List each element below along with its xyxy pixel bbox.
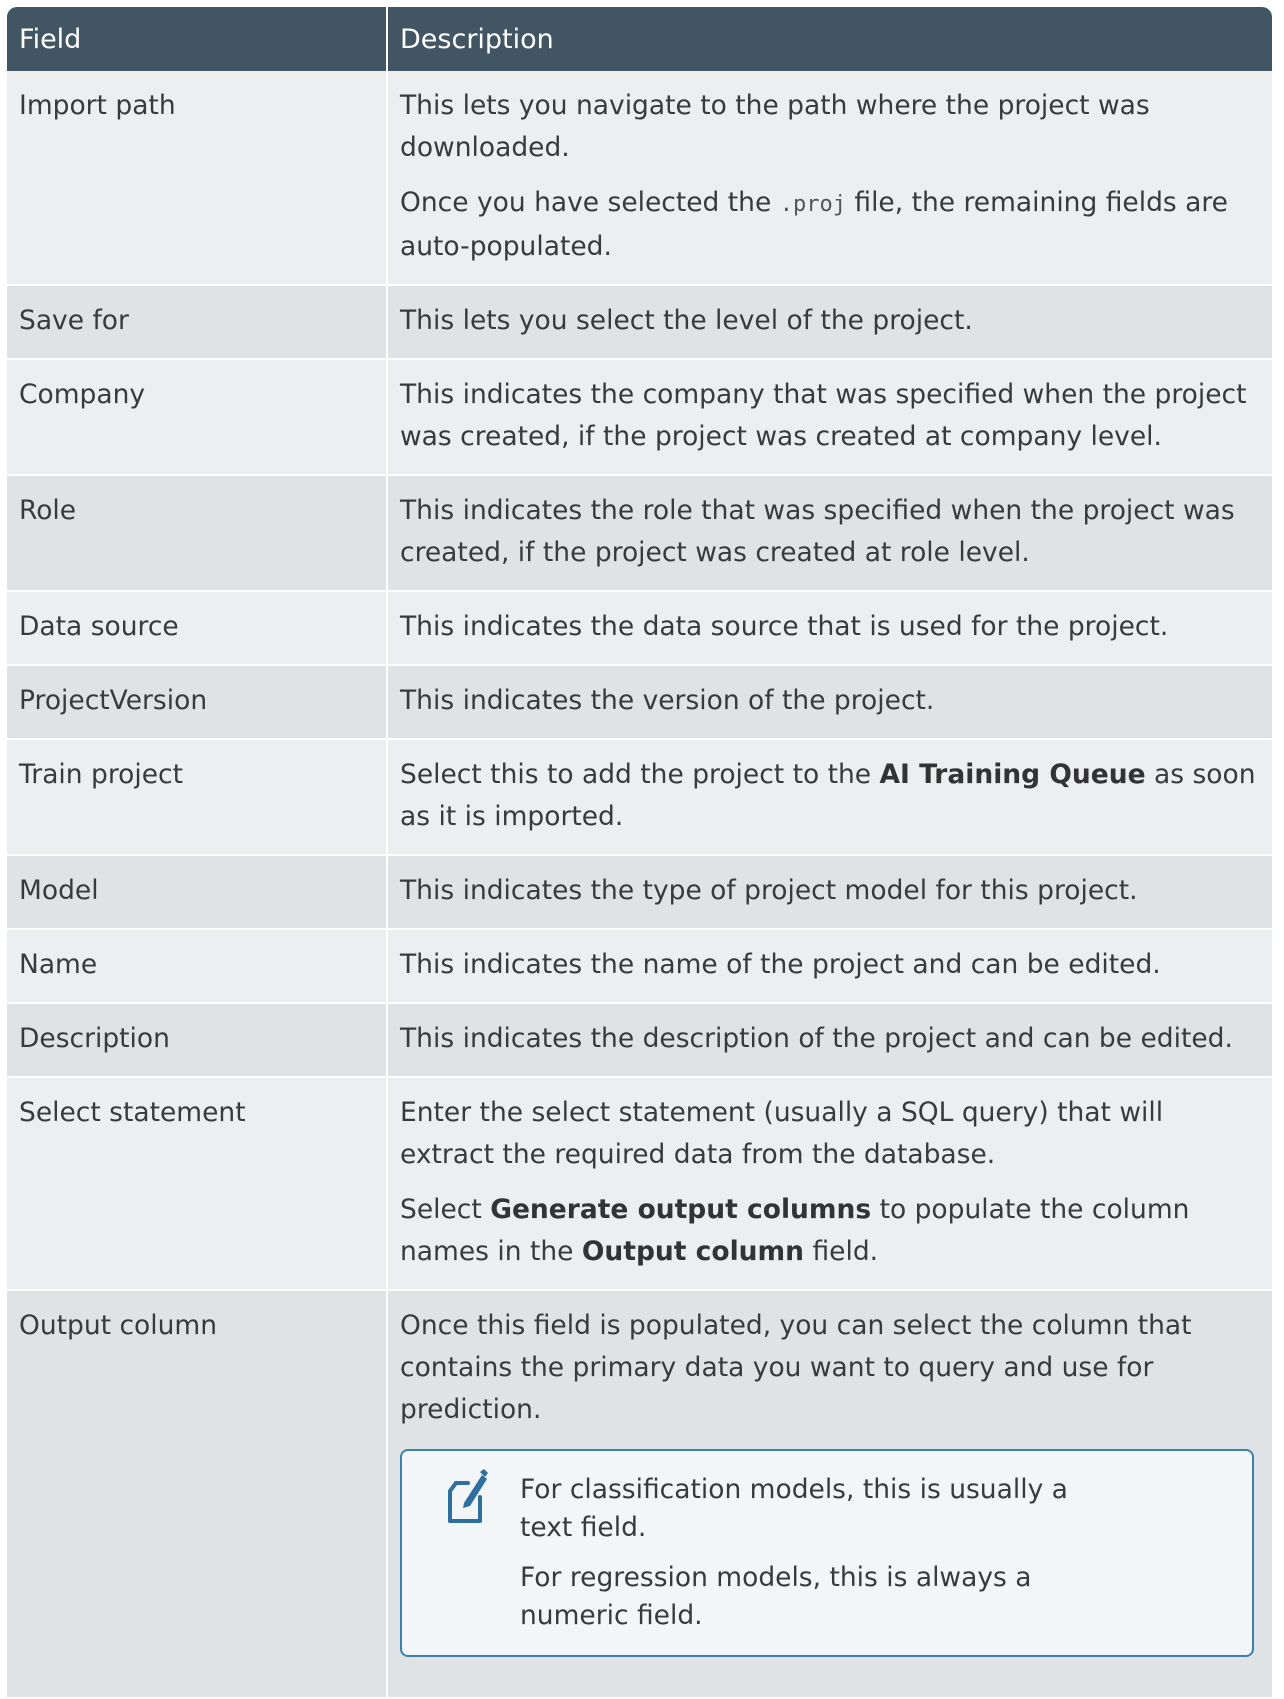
field-cell: Select statement <box>7 1077 388 1291</box>
ui-term-bold: Generate output columns <box>490 1194 872 1225</box>
description-cell: This lets you select the level of the pr… <box>387 285 1272 360</box>
table-row: Train project Select this to add the pro… <box>7 739 1272 856</box>
table-row: Company This indicates the company that … <box>7 359 1272 476</box>
description-cell: This indicates the description of the pr… <box>387 1003 1272 1078</box>
table-row: Output column Once this field is populat… <box>7 1290 1272 1699</box>
field-cell: Role <box>7 475 388 592</box>
ui-term-bold: Output column <box>581 1236 805 1267</box>
field-cell: Data source <box>7 591 388 666</box>
description-cell: Once this field is populated, you can se… <box>387 1290 1272 1699</box>
description-text: Once you have selected the .proj file, t… <box>400 182 1258 268</box>
field-cell: Save for <box>7 285 388 360</box>
field-cell: Description <box>7 1003 388 1078</box>
note-text: For classification models, this is usual… <box>520 1474 1068 1543</box>
table-row: Role This indicates the role that was sp… <box>7 475 1272 592</box>
description-cell: This indicates the type of project model… <box>387 855 1272 930</box>
description-cell: This indicates the version of the projec… <box>387 665 1272 740</box>
field-cell: Output column <box>7 1290 388 1699</box>
text-span: Select <box>400 1194 491 1225</box>
note-callout: For classification models, this is usual… <box>400 1449 1254 1657</box>
table-row: Name This indicates the name of the proj… <box>7 929 1272 1004</box>
text-span: Select this to add the project to the <box>400 759 880 790</box>
file-extension-code: .proj <box>779 192 846 217</box>
table-row: ProjectVersion This indicates the versio… <box>7 665 1272 740</box>
description-cell: This indicates the role that was specifi… <box>387 475 1272 592</box>
note-pencil-icon <box>448 1469 488 1523</box>
header-field: Field <box>7 7 388 71</box>
description-cell: This indicates the company that was spec… <box>387 359 1272 476</box>
ui-term-bold: AI Training Queue <box>879 759 1146 790</box>
table-row: Data source This indicates the data sour… <box>7 591 1272 666</box>
text-span: Once you have selected the <box>400 187 780 218</box>
field-cell: Name <box>7 929 388 1004</box>
description-text: This lets you navigate to the path where… <box>400 90 1150 163</box>
description-cell: Enter the select statement (usually a SQ… <box>387 1077 1272 1291</box>
description-text: Enter the select statement (usually a SQ… <box>400 1097 1164 1170</box>
description-cell: This indicates the name of the project a… <box>387 929 1272 1004</box>
table-row: Description This indicates the descripti… <box>7 1003 1272 1078</box>
table-row: Import path This lets you navigate to th… <box>7 71 1272 286</box>
field-cell: Train project <box>7 739 388 856</box>
description-cell: Select this to add the project to the AI… <box>387 739 1272 856</box>
field-cell: Company <box>7 359 388 476</box>
field-cell: Import path <box>7 71 388 286</box>
header-description: Description <box>387 7 1272 71</box>
field-cell: Model <box>7 855 388 930</box>
table-header-row: Field Description <box>7 7 1272 71</box>
text-span: field. <box>804 1236 879 1267</box>
field-cell: ProjectVersion <box>7 665 388 740</box>
fields-table-container: Field Description Import path This lets … <box>7 7 1272 1699</box>
table-row: Select statement Enter the select statem… <box>7 1077 1272 1291</box>
note-text: For regression models, this is always a … <box>520 1562 1032 1631</box>
table-row: Save for This lets you select the level … <box>7 285 1272 360</box>
description-cell: This indicates the data source that is u… <box>387 591 1272 666</box>
description-text: Once this field is populated, you can se… <box>400 1310 1192 1425</box>
fields-table: Field Description Import path This lets … <box>7 7 1272 1699</box>
table-row: Model This indicates the type of project… <box>7 855 1272 930</box>
description-text: Select Generate output columns to popula… <box>400 1189 1258 1273</box>
description-cell: This lets you navigate to the path where… <box>387 71 1272 286</box>
